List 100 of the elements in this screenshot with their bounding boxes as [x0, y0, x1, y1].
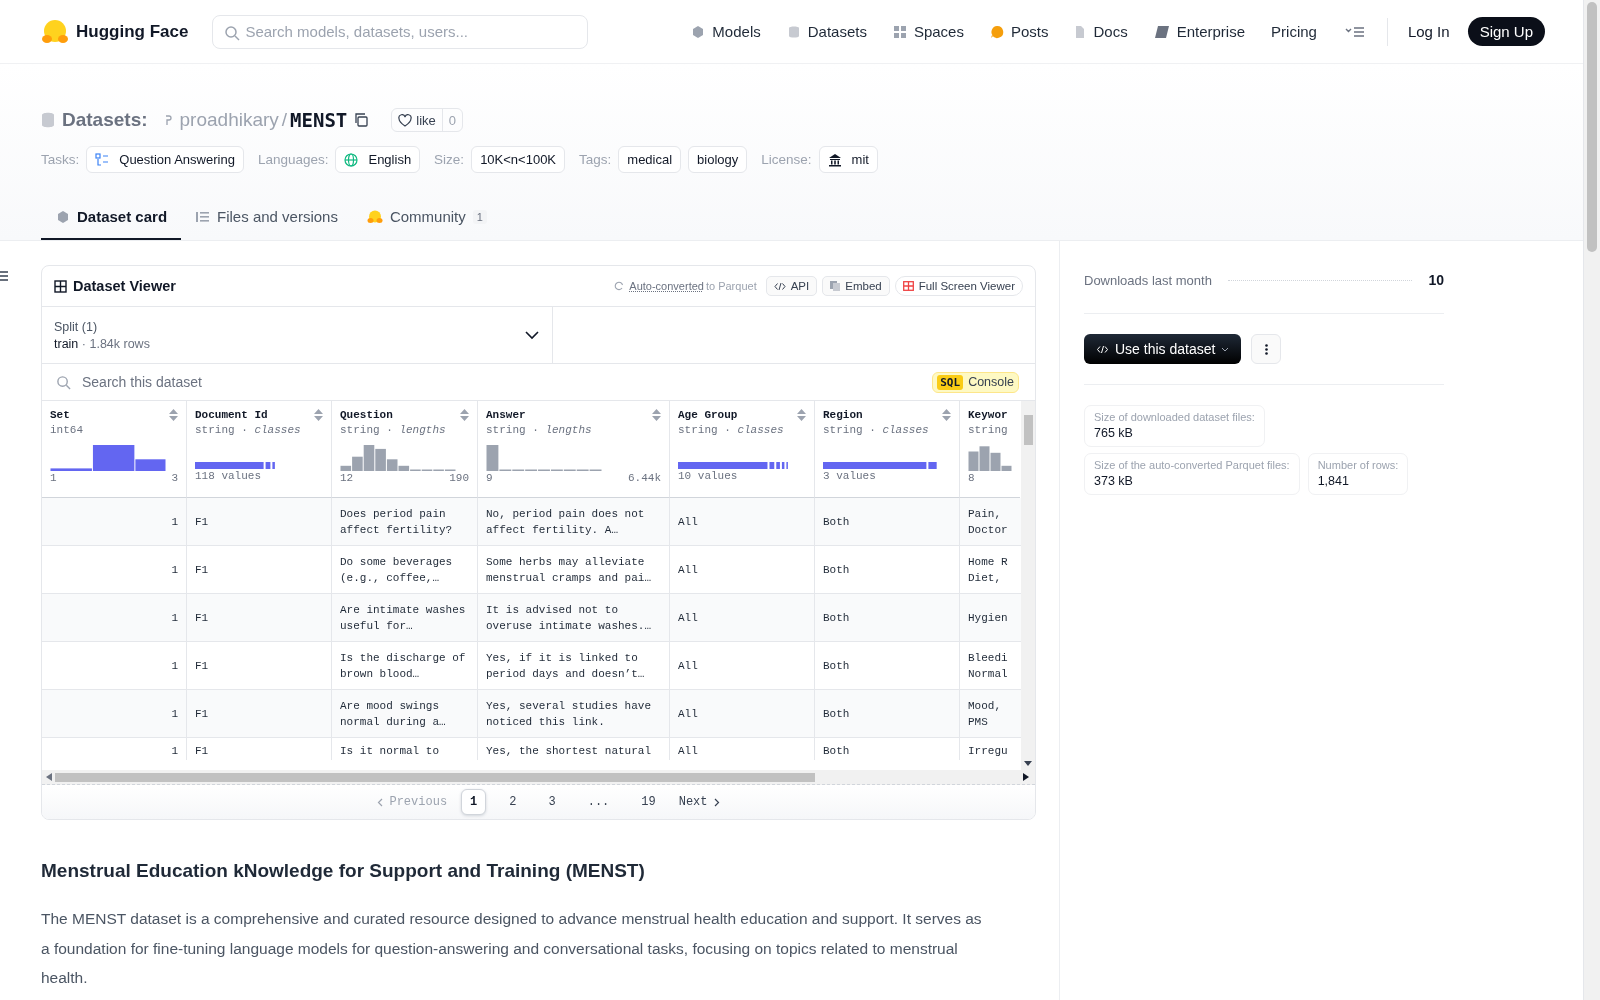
sql-console-button[interactable]: SQL Console	[932, 371, 1019, 393]
table-cell: Is it normal to	[332, 738, 478, 760]
column-name[interactable]: Document Id	[195, 409, 268, 421]
dataset-name[interactable]: MENST	[290, 109, 348, 131]
table-cell: F1	[187, 642, 332, 689]
card-paragraph: The MENST dataset is a comprehensive and curated resource designed to advance menstrual health education and support. It serves as a foundation for fine-tuning language models for question-answering and conversational tasks, focusing on topics related to menstrual health.	[41, 909, 983, 988]
split-select[interactable]: Split (1) train · 1.84k rows	[42, 307, 553, 363]
column-name[interactable]: Answer	[486, 409, 526, 421]
max-value: 3	[171, 472, 178, 484]
nav-link[interactable]: Docs	[1074, 23, 1128, 40]
nav-link[interactable]: Spaces	[892, 23, 964, 40]
table-cell: Both	[815, 546, 960, 593]
menu-icon[interactable]	[0, 271, 8, 281]
table-cell: Both	[815, 594, 960, 641]
scroll-thumb[interactable]	[1023, 415, 1033, 445]
search-field[interactable]: Search models, datasets, users...	[212, 14, 589, 49]
sort-icon[interactable]	[460, 409, 469, 421]
vertical-scrollbar[interactable]	[1021, 401, 1035, 770]
more-options-button[interactable]	[1251, 334, 1282, 364]
downloads-count: 10	[1428, 272, 1444, 288]
tag-chip[interactable]: Question Answering	[86, 146, 244, 173]
column-type: string · classes	[195, 424, 302, 436]
section-label[interactable]: Datasets:	[62, 109, 148, 131]
file-list-icon	[196, 210, 211, 223]
page-link[interactable]: 2	[500, 789, 526, 815]
viewer-button[interactable]: Full Screen Viewer	[894, 276, 1023, 296]
scroll-left-icon[interactable]	[46, 773, 52, 781]
tag-chip[interactable]: mit	[818, 146, 878, 173]
column-type: string · lengths	[486, 424, 593, 436]
count-badge: 1	[472, 209, 487, 224]
meta-label: Languages:	[257, 152, 329, 167]
class-count: 118 values	[195, 470, 261, 482]
nav-link[interactable]: Datasets	[786, 23, 867, 40]
page-scrollbar[interactable]	[1583, 0, 1600, 1000]
table-cell: Are mood swings normal during a…	[332, 690, 478, 737]
nav-link[interactable]: Models	[691, 23, 761, 40]
tag-chip[interactable]: biology	[688, 146, 748, 173]
downloads-label: Downloads last month	[1084, 272, 1212, 288]
class-count: 10 values	[678, 470, 738, 482]
nav-link[interactable]: Pricing	[1271, 23, 1317, 40]
auto-converted-link[interactable]: Auto-converted	[629, 280, 704, 292]
next-page-link[interactable]: Next	[678, 795, 720, 809]
page-link[interactable]: 3	[539, 789, 565, 815]
sort-icon[interactable]	[797, 409, 806, 421]
column-name[interactable]: Age Group	[678, 409, 738, 421]
table-cell: Both	[815, 642, 960, 689]
chevron-down-icon	[525, 330, 539, 340]
scroll-right-icon[interactable]	[1023, 773, 1029, 781]
tag-chip[interactable]: 10K<n<100K	[471, 146, 566, 173]
horizontal-scrollbar[interactable]	[42, 770, 1035, 785]
table-cell: Both	[815, 690, 960, 737]
logo-icon[interactable]	[41, 17, 69, 46]
table-cell: All	[670, 498, 815, 545]
embed-icon	[830, 281, 841, 291]
sort-icon[interactable]	[942, 409, 951, 421]
sign-up-button[interactable]: Sign Up	[1467, 17, 1545, 46]
like-button[interactable]: like 0	[391, 108, 464, 132]
table-cell: Both	[815, 498, 960, 545]
scroll-down-icon[interactable]	[1024, 761, 1032, 766]
search-icon	[224, 24, 241, 41]
class-count: 3 values	[823, 470, 876, 482]
viewer-title: Dataset Viewer	[73, 278, 176, 294]
table-cell-text: Pain, Doctor	[967, 506, 1009, 538]
page-link[interactable]: 1	[461, 789, 487, 815]
column-name[interactable]: Question	[340, 409, 393, 421]
log-in-link[interactable]: Log In	[1407, 23, 1450, 40]
table-cell: F1	[187, 690, 332, 737]
tab[interactable]: Community 1	[351, 195, 501, 240]
scroll-thumb[interactable]	[1587, 2, 1597, 252]
page-gap: ...	[586, 794, 611, 811]
copy-icon[interactable]	[354, 113, 369, 127]
tag-chip[interactable]: medical	[618, 146, 682, 173]
tab[interactable]: Files and versions	[181, 195, 352, 240]
sort-icon[interactable]	[652, 409, 661, 421]
table-cell-text: Hygien	[967, 610, 1009, 626]
scroll-thumb[interactable]	[55, 772, 815, 782]
page-link[interactable]: 19	[632, 789, 665, 815]
like-count: 0	[447, 111, 458, 130]
max-value: 190	[449, 472, 469, 484]
tab[interactable]: Dataset card	[41, 195, 182, 240]
dataset-search-field[interactable]: Search this dataset	[80, 373, 924, 391]
stat-value: 373 kB	[1094, 474, 1134, 488]
sort-icon[interactable]	[314, 409, 323, 421]
column-name[interactable]: Keywor	[968, 409, 1008, 421]
use-dataset-button[interactable]: Use this dataset	[1084, 334, 1242, 364]
more-icon	[1264, 343, 1268, 355]
viewer-button[interactable]: API	[765, 276, 818, 296]
column-name[interactable]: Region	[823, 409, 863, 421]
viewer-button[interactable]: Embed	[822, 276, 890, 296]
task-icon	[95, 152, 110, 167]
table-cell: Is the discharge of brown blood…	[332, 642, 478, 689]
chevron-left-icon	[377, 797, 384, 807]
table-cell: All	[670, 594, 815, 641]
logo-text[interactable]: Hugging Face	[76, 21, 189, 42]
nav-link[interactable]: Posts	[989, 23, 1049, 40]
tag-chip[interactable]: English	[335, 146, 421, 173]
sort-icon[interactable]	[169, 409, 178, 421]
nav-link[interactable]: Enterprise	[1153, 23, 1246, 40]
column-name[interactable]: Set	[50, 409, 70, 421]
table-cell-text: Bleedi Normal	[967, 650, 1009, 682]
